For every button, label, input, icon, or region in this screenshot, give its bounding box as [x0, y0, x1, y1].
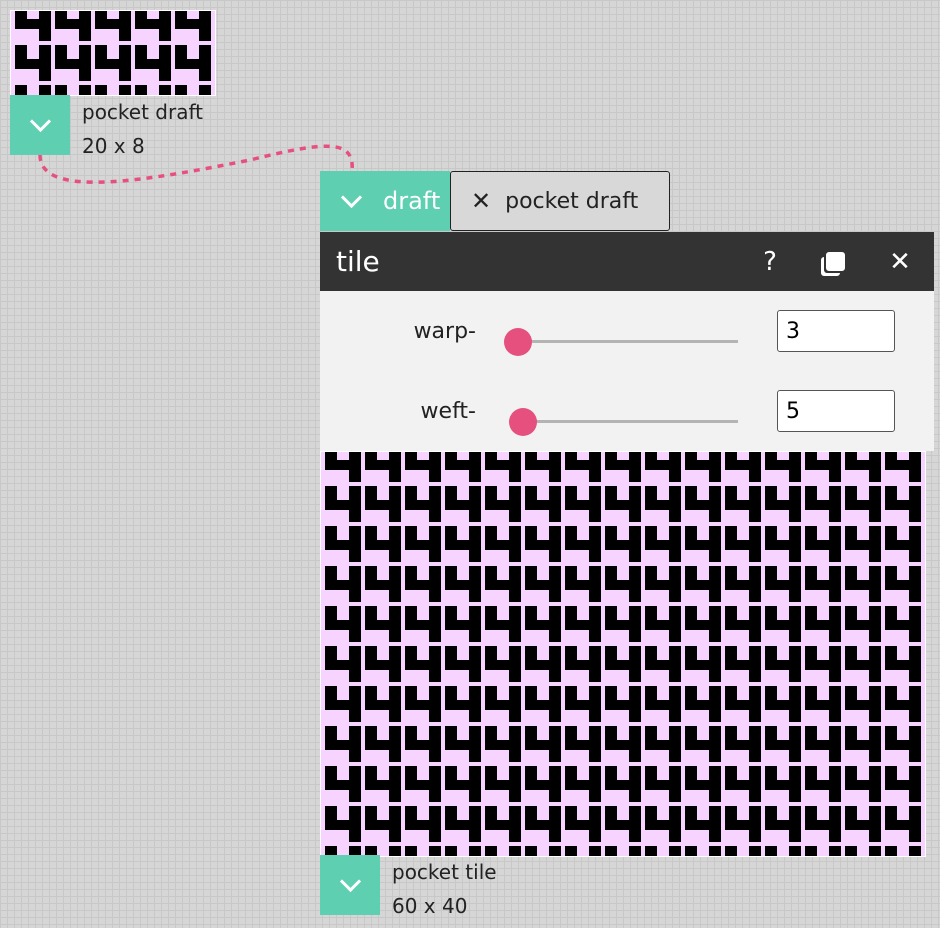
source-draft-name: pocket draft — [82, 100, 204, 124]
close-icon[interactable]: ✕ — [471, 187, 491, 215]
inlet-draft-button[interactable]: draft — [320, 171, 450, 231]
weft-slider-thumb[interactable] — [509, 408, 537, 436]
warp-slider[interactable] — [516, 340, 738, 343]
weft-input[interactable] — [777, 390, 895, 432]
duplicate-icon[interactable] — [812, 244, 848, 280]
warp-input[interactable] — [777, 310, 895, 352]
operation-params-panel: warp- weft- — [320, 291, 934, 451]
param-row-warp: warp- — [320, 303, 934, 363]
connection-label: pocket draft — [505, 188, 639, 214]
param-row-weft: weft- — [320, 383, 934, 443]
output-draft-name: pocket tile — [392, 860, 497, 884]
connection-chip[interactable]: ✕ pocket draft — [450, 171, 670, 231]
chevron-down-icon — [339, 870, 361, 893]
source-draft-toggle-button[interactable] — [10, 95, 70, 155]
chevron-down-icon — [340, 186, 363, 209]
source-draft-dims: 20 x 8 — [82, 134, 145, 158]
operation-header: tile ? ✕ — [320, 232, 934, 291]
output-draft-toggle-button[interactable] — [320, 855, 380, 915]
close-icon[interactable]: ✕ — [882, 244, 918, 280]
output-draft-thumbnail[interactable] — [320, 451, 926, 857]
warp-slider-thumb[interactable] — [504, 328, 532, 356]
help-icon[interactable]: ? — [752, 244, 788, 280]
weft-slider[interactable] — [516, 420, 738, 423]
output-draft-dims: 60 x 40 — [392, 894, 468, 918]
source-draft-thumbnail[interactable] — [10, 10, 216, 96]
chevron-down-icon — [29, 110, 51, 133]
operation-title: tile — [336, 245, 380, 278]
param-label-warp: warp- — [413, 319, 476, 344]
param-label-weft: weft- — [420, 399, 476, 424]
inlet-label: draft — [383, 187, 441, 215]
